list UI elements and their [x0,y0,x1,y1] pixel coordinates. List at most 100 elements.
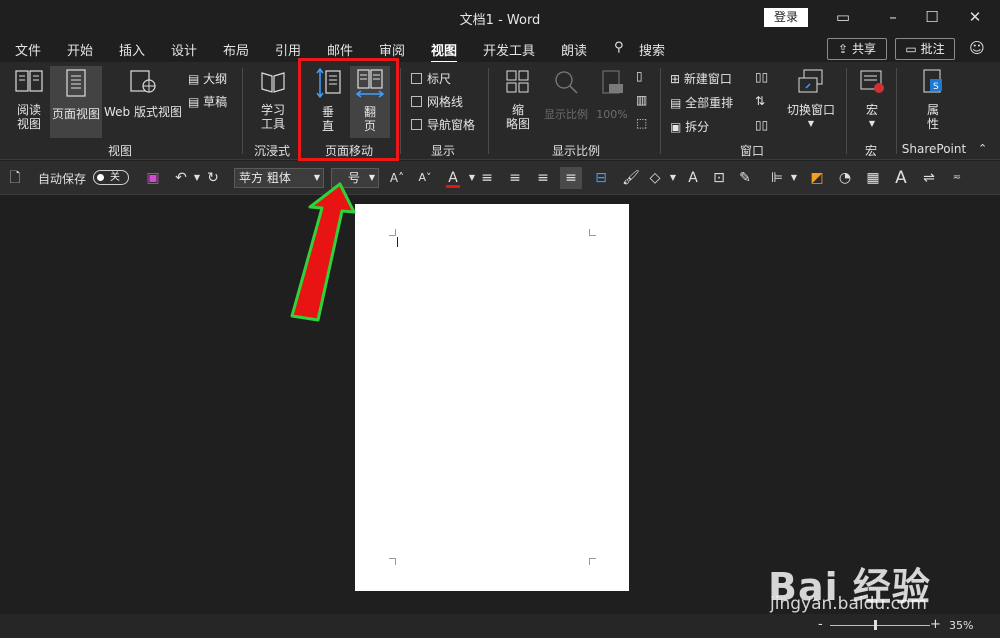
tab-review[interactable]: 审阅 [379,40,405,59]
distributed-icon[interactable]: ⊟ [590,167,612,189]
grow-font-icon[interactable]: A˄ [386,167,408,189]
feedback-smiley-icon[interactable]: ☺ [966,37,988,59]
position-dropdown-icon[interactable]: ▼ [783,167,805,189]
watermark-site: jingyan.baidu.com [770,594,927,614]
page-width-icon[interactable]: ⬚ [636,116,647,130]
collapse-ribbon-icon[interactable]: ⌃ [978,142,987,155]
minimize-icon[interactable]: – [882,6,904,28]
draft-label: 草稿 [203,95,228,109]
shrink-font-icon[interactable]: A˅ [414,167,436,189]
tab-read-aloud[interactable]: 朗读 [561,40,587,59]
zoom-button[interactable]: 显示比例 [540,68,592,138]
search-label[interactable]: 搜索 [639,40,665,59]
align-left-icon[interactable]: ≡ [476,167,498,189]
ribbon-display-options-icon[interactable]: ▭ [832,6,854,28]
outline-icon: ▤ [188,72,200,86]
ribbon: 阅读 视图 页面视图 Web 版式视图 ▤ 大纲 ▤ 草稿 视图 学习 工具 沉… [0,62,1000,160]
draft-button[interactable]: ▤ 草稿 [188,93,227,110]
tab-design[interactable]: 设计 [171,40,197,59]
share-icon: ⇪ [838,42,849,56]
zoom-100-button[interactable]: 100% [594,68,630,138]
group-window-label: 窗口 [739,144,764,158]
nav-pane-check-box[interactable] [411,119,422,130]
group-show-label: 显示 [430,144,455,158]
wrap-text-icon[interactable]: ⇌ [918,167,940,189]
ruler-label: 标尺 [427,72,452,86]
switch-windows-button[interactable]: 切换窗口 ▼ [782,68,840,138]
shapes-dropdown-icon[interactable]: ▼ [662,167,684,189]
search-icon[interactable]: ⚲ [614,40,624,55]
send-backward-icon[interactable]: ◩ [806,167,828,189]
split-icon: ▣ [670,120,682,134]
macros-label: 宏 [865,103,878,117]
zoom-slider-track[interactable] [830,625,930,626]
reset-window-icon[interactable]: ▯▯ [755,118,768,132]
maximize-icon[interactable]: ☐ [921,6,943,28]
ruler-check-box[interactable] [411,73,422,84]
new-window-button[interactable]: ⊞ 新建窗口 [670,70,732,87]
tab-references[interactable]: 引用 [275,40,301,59]
new-document-icon[interactable]: 🗋 [4,167,26,189]
print-layout-button[interactable]: 页面视图 [50,66,102,138]
group-separator [400,68,401,154]
properties-button[interactable]: S 属 性 [912,68,954,138]
multiple-pages-icon[interactable]: ▥ [636,93,647,107]
split-label: 拆分 [685,120,710,134]
tab-layout[interactable]: 布局 [223,40,249,59]
table-icon[interactable]: ▦ [862,167,884,189]
align-right-icon[interactable]: ≡ [532,167,554,189]
arrange-all-button[interactable]: ▤ 全部重排 [670,94,733,111]
text-box-icon[interactable]: A [682,167,704,189]
draw-icon[interactable]: ✎ [734,167,756,189]
text-style-icon[interactable]: A [890,167,912,189]
save-icon[interactable]: ▣ [142,167,164,189]
nav-pane-checkbox[interactable]: 导航窗格 [411,116,475,133]
view-side-by-side-icon[interactable]: ▯▯ [755,70,768,84]
gridlines-checkbox[interactable]: 网格线 [411,93,463,110]
zoom-in-button[interactable]: + [930,617,941,632]
close-icon[interactable]: ✕ [964,6,986,28]
ruler-checkbox[interactable]: 标尺 [411,70,451,87]
thumbnail-button[interactable]: 缩 略图 [498,68,538,138]
read-mode-button[interactable]: 阅读 视图 [8,68,50,138]
read-aloud-icon[interactable]: ◔ [834,167,856,189]
web-layout-icon [130,70,156,93]
tab-developer[interactable]: 开发工具 [483,40,535,59]
align-center-icon[interactable]: ≡ [504,167,526,189]
gridlines-label: 网格线 [427,95,464,109]
group-views-label: 视图 [107,144,132,158]
macros-icon [860,70,884,93]
share-button[interactable]: ⇪ 共享 [827,38,887,60]
picture-icon[interactable]: ⊡ [708,167,730,189]
zoom-level[interactable]: 35% [949,619,973,632]
customize-toolbar-icon[interactable]: ≂ [946,167,968,189]
tab-insert[interactable]: 插入 [119,40,145,59]
tab-home[interactable]: 开始 [67,40,93,59]
learning-tools-label: 学习 工具 [260,103,285,131]
autosave-toggle[interactable]: 关 [93,170,129,185]
learning-tools-button[interactable]: 学习 工具 [252,68,294,138]
one-page-icon[interactable]: ▯ [636,69,643,83]
macros-dropdown-icon: ▼ [868,119,876,128]
document-page[interactable] [355,204,629,591]
zoom-slider-thumb[interactable] [874,620,877,630]
login-button[interactable]: 登录 [764,8,808,27]
macros-button[interactable]: 宏 ▼ [854,68,890,138]
zoom-out-button[interactable]: - [818,617,823,632]
redo-icon[interactable]: ↻ [202,167,224,189]
sync-scroll-icon[interactable]: ⇅ [755,94,765,108]
outline-button[interactable]: ▤ 大纲 [188,70,227,87]
read-mode-label: 阅读 视图 [16,103,41,131]
justify-icon[interactable]: ≡ [560,167,582,189]
tab-view[interactable]: 视图 [431,40,458,64]
comments-button[interactable]: ▭ 批注 [895,38,955,60]
split-button[interactable]: ▣ 拆分 [670,118,709,135]
autosave-state: 关 [110,172,120,183]
outline-label: 大纲 [203,72,228,86]
format-painter-icon[interactable]: 🖌 [620,167,642,189]
tab-file[interactable]: 文件 [15,40,41,59]
web-layout-button[interactable]: Web 版式视图 [103,68,183,138]
properties-label: 属 性 [926,103,939,131]
gridlines-check-box[interactable] [411,96,422,107]
tab-mailings[interactable]: 邮件 [327,40,353,59]
